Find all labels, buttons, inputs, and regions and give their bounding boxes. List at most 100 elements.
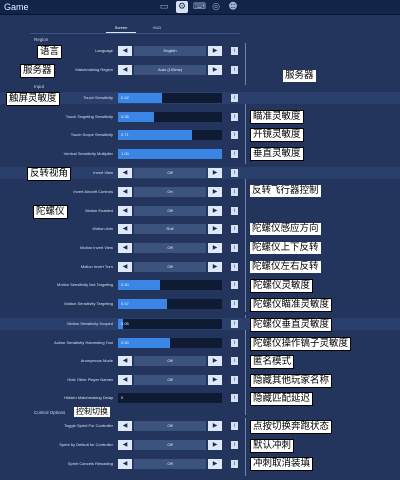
info-icon[interactable]: i [231,441,238,449]
motion-invert-turn-selector: ◀ Off ▶ [118,262,222,272]
annotation-gyro-sensitivity: 陀螺仪灵敏度 [250,279,314,293]
tab-hud[interactable]: HUD [142,24,172,32]
annotation-gyro-up-down: 陀螺仪上下反转 [250,242,321,254]
arrow-left-icon[interactable]: ◀ [118,168,132,178]
arrow-right-icon[interactable]: ▶ [208,224,222,234]
arrow-right-icon[interactable]: ▶ [208,356,222,366]
arrow-left-icon[interactable]: ◀ [118,421,132,431]
harvesting-tool-sensitivity-slider[interactable]: 0.50 [118,338,222,348]
toggle-sprint-row: Toggle Sprint For Controller ◀ Off ▶ i [0,420,400,432]
monitor-icon[interactable]: ▭ [158,1,170,13]
tab-screen[interactable]: Screen [106,24,136,33]
touch-scope-sensitivity-slider[interactable]: 0.71 [118,130,222,140]
controller-icon[interactable]: ◎ [210,1,222,13]
arrow-left-icon[interactable]: ◀ [118,206,132,216]
info-icon[interactable]: i [231,47,238,55]
arrow-right-icon[interactable]: ▶ [208,206,222,216]
info-icon[interactable]: i [231,300,238,308]
arrow-right-icon[interactable]: ▶ [208,262,222,272]
arrow-right-icon[interactable]: ▶ [208,459,222,469]
motion-sensitivity-scoped-row: Motion Sensitivity Scoped 0.05 i [0,318,400,330]
arrow-left-icon[interactable]: ◀ [118,243,132,253]
arrow-left-icon[interactable]: ◀ [118,440,132,450]
motion-sensitivity-scoped-slider[interactable]: 0.05 [118,319,222,329]
annotation-anonymous-mode: 匿名模式 [250,355,295,369]
arrow-right-icon[interactable]: ▶ [208,65,222,75]
slider-value: 0.71 [121,132,129,137]
gear-icon[interactable]: ⚙ [176,1,188,13]
language-selector: ◀ English ▶ [118,46,222,56]
touch-sensitivity-slider[interactable]: 0.42 [118,93,222,103]
anonymous-mode-selector: ◀ Off ▶ [118,356,222,366]
slider-value: 0.50 [121,340,129,345]
language-value: English [134,46,206,56]
slider-fill [118,149,222,159]
info-icon[interactable]: i [231,66,238,74]
window-title: Game [4,2,29,12]
arrow-right-icon[interactable]: ▶ [208,243,222,253]
annotation-gyroscope: 陀螺仪 [33,205,68,219]
info-icon[interactable]: i [231,263,238,271]
info-icon[interactable]: i [231,225,238,233]
section-input: Input [34,84,45,89]
arrow-left-icon[interactable]: ◀ [118,224,132,234]
sprint-default-selector: ◀ Off ▶ [118,440,222,450]
arrow-right-icon[interactable]: ▶ [208,168,222,178]
arrow-left-icon[interactable]: ◀ [118,356,132,366]
arrow-left-icon[interactable]: ◀ [118,375,132,385]
motion-enabled-value: Off [134,206,206,216]
info-icon[interactable]: i [231,422,238,430]
motion-invert-turn-label: Motion Invert Turn [80,264,113,269]
language-label: Language [95,48,113,53]
info-icon[interactable]: i [231,394,238,402]
user-icon[interactable]: ☻ [227,1,239,13]
slider-value: 0.40 [121,282,129,287]
annotation-invert-view: 反转视角 [27,167,72,181]
arrow-left-icon[interactable]: ◀ [118,459,132,469]
hidden-matchmaking-delay-slider[interactable]: 0 [118,393,222,403]
arrow-right-icon[interactable]: ▶ [208,440,222,450]
info-icon[interactable]: i [231,131,238,139]
gamepad-icon[interactable]: ⌨ [193,1,206,13]
annotation-hide-names: 隐藏其他玩家名称 [250,374,333,388]
arrow-right-icon[interactable]: ▶ [208,46,222,56]
touch-targeting-sensitivity-label: Touch Targeting Sensitivity [65,114,113,119]
arrow-right-icon[interactable]: ▶ [208,187,222,197]
sprint-cancels-reloading-value: Off [134,459,206,469]
arrow-left-icon[interactable]: ◀ [118,65,132,75]
anonymous-mode-label: Anonymous Mode [80,358,113,363]
info-icon[interactable]: i [231,376,238,384]
info-icon[interactable]: i [231,281,238,289]
matchmaking-region-value: Auto (100ms) [134,65,206,75]
annotation-invert-aircraft: 反转飞行器控制 [250,185,321,197]
info-icon[interactable]: i [231,320,238,328]
arrow-right-icon[interactable]: ▶ [208,375,222,385]
info-icon[interactable]: i [231,188,238,196]
arrow-left-icon[interactable]: ◀ [118,46,132,56]
info-icon[interactable]: i [231,94,238,102]
info-icon[interactable]: i [231,357,238,365]
hide-player-names-label: Hide Other Player Names [67,377,113,382]
section-region: Region [34,37,49,42]
vertical-sensitivity-label: Vertical Sensitivity Multiplier [63,151,113,156]
info-icon[interactable]: i [231,339,238,347]
arrow-left-icon[interactable]: ◀ [118,187,132,197]
sprint-cancels-reloading-selector: ◀ Off ▶ [118,459,222,469]
touch-scope-sensitivity-row: Touch Scope Sensitivity 0.71 i [0,129,400,141]
motion-axis-label: Motion Axis [92,226,113,231]
info-icon[interactable]: i [231,169,238,177]
arrow-left-icon[interactable]: ◀ [118,262,132,272]
info-icon[interactable]: i [231,150,238,158]
info-icon[interactable]: i [231,207,238,215]
arrow-right-icon[interactable]: ▶ [208,421,222,431]
anonymous-mode-row: Anonymous Mode ◀ Off ▶ i [0,355,400,367]
hidden-matchmaking-delay-row: Hidden Matchmaking Delay 0 i [0,392,400,404]
info-icon[interactable]: i [231,244,238,252]
vertical-sensitivity-slider[interactable]: 1.00 [118,149,222,159]
info-icon[interactable]: i [231,460,238,468]
touch-targeting-sensitivity-slider[interactable]: 0.35 [118,112,222,122]
motion-sensitivity-targeting-slider[interactable]: 0.47 [118,299,222,309]
motion-sensitivity-not-targeting-row: Motion Sensitivity Not Targeting 0.40 i [0,279,400,291]
info-icon[interactable]: i [231,113,238,121]
motion-sensitivity-not-targeting-slider[interactable]: 0.40 [118,280,222,290]
